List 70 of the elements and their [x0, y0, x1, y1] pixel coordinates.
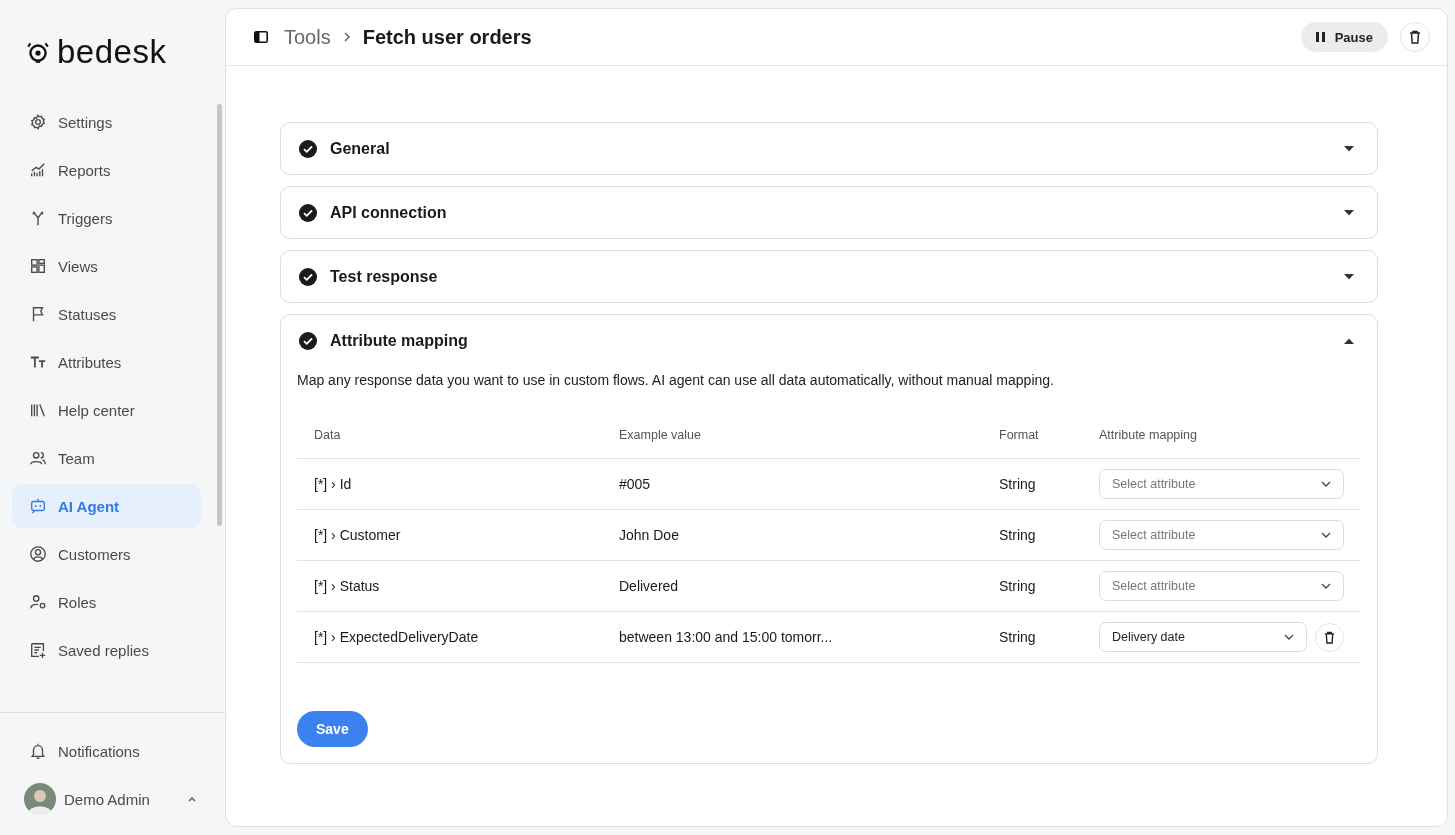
nav-item[interactable]: Views [12, 244, 201, 288]
logo-text: bedesk [57, 33, 167, 71]
avatar [24, 783, 56, 815]
table-cell-text: between 13:00 and 15:00 tomorr... [619, 629, 834, 645]
chevron-down-icon [1321, 481, 1331, 487]
table-cell-text: String [999, 476, 1037, 492]
nav-item[interactable]: Roles [12, 580, 201, 624]
description-text: Map any response data you want to use in custom flows. AI agent can use all data automatically, without manual mapping. [297, 372, 1055, 388]
column-header: Example value [619, 428, 702, 442]
table-cell-text: [*] › Id [313, 476, 353, 492]
nav-item[interactable]: Triggers [12, 196, 201, 240]
scrollbar[interactable] [217, 104, 222, 526]
accordion-header[interactable]: Attribute mapping [281, 315, 1377, 366]
chevron-down-icon [1321, 583, 1331, 589]
caret-down-icon [1343, 208, 1355, 217]
delete-button[interactable] [1400, 22, 1430, 52]
nav-icon [29, 161, 47, 179]
nav-item[interactable]: AI Agent [12, 484, 201, 528]
nav-icon [29, 641, 47, 659]
nav-icon [29, 449, 47, 467]
accordion-header[interactable]: API connection [281, 187, 1377, 238]
sidebar-toggle-icon[interactable] [254, 31, 268, 43]
nav-item[interactable]: Team [12, 436, 201, 480]
trash-icon [1324, 630, 1335, 644]
attribute-select[interactable]: Delivery date [1099, 622, 1307, 652]
accordion-header[interactable]: Test response [281, 251, 1377, 302]
column-header: Format [999, 428, 1040, 442]
pause-icon [1315, 32, 1325, 42]
nav-item[interactable]: Reports [12, 148, 201, 192]
column-header: Data [313, 428, 342, 442]
table-cell-text: Delivered [619, 578, 680, 594]
attribute-select[interactable]: Select attribute [1099, 520, 1344, 550]
chevron-right-icon [342, 31, 351, 43]
chevron-down-icon [1284, 634, 1294, 640]
chevron-down-icon [1321, 532, 1331, 538]
trash-icon [1409, 30, 1421, 44]
table-cell-text: #005 [619, 476, 652, 492]
attribute-select[interactable]: Select attribute [1099, 571, 1344, 601]
nav-icon [29, 593, 47, 611]
table-cell-text: John Doe [619, 527, 680, 543]
table-cell-text: [*] › Status [313, 578, 381, 594]
nav-item[interactable]: Help center [12, 388, 201, 432]
caret-down-icon [1343, 272, 1355, 281]
user-menu[interactable]: Demo Admin [12, 777, 213, 821]
bell-icon [29, 742, 47, 760]
save-button[interactable]: Save [297, 711, 368, 747]
nav-item[interactable]: Customers [12, 532, 201, 576]
nav-icon [29, 113, 47, 131]
remove-button[interactable] [1315, 622, 1344, 652]
breadcrumb-link[interactable]: Tools [284, 25, 331, 49]
notifications-link[interactable]: Notifications [12, 729, 213, 773]
caret-down-icon [1343, 144, 1355, 153]
table-cell-text: [*] › Customer [313, 527, 402, 543]
caret-up-icon [1343, 336, 1355, 345]
nav-icon [29, 257, 47, 275]
accordion-header[interactable]: General [281, 123, 1377, 174]
nav-icon [29, 497, 47, 515]
nav-item[interactable]: Saved replies [12, 628, 201, 672]
table-cell-text: String [999, 578, 1037, 594]
pause-button[interactable]: Pause [1300, 22, 1388, 52]
table-cell-text: [*] › ExpectedDeliveryDate [313, 629, 480, 645]
page-title: Fetch user orders [362, 25, 532, 49]
column-header: Attribute mapping [1099, 428, 1198, 442]
attribute-select[interactable]: Select attribute [1099, 469, 1344, 499]
nav-item[interactable]: Statuses [12, 292, 201, 336]
nav-icon [29, 545, 47, 563]
table-cell-text: String [999, 629, 1037, 645]
nav-item[interactable]: Settings [12, 100, 201, 144]
table-cell-text: String [999, 527, 1037, 543]
nav-item[interactable]: Attributes [12, 340, 201, 384]
